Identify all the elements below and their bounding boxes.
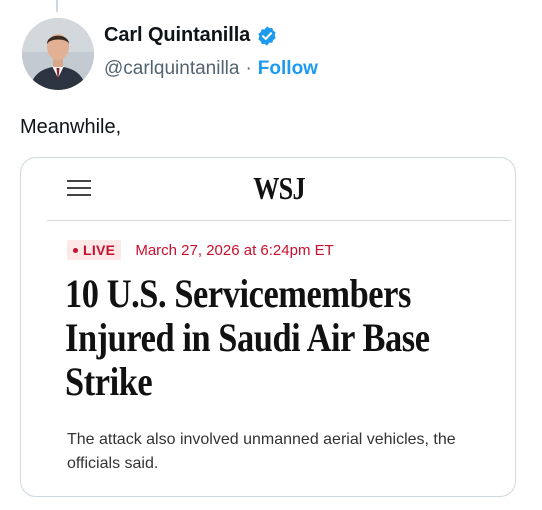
live-label: LIVE: [83, 242, 116, 258]
wsj-logo: WSJ: [253, 170, 305, 206]
hamburger-menu-icon: [67, 178, 91, 198]
wsj-header: WSJ: [47, 158, 511, 221]
follow-button[interactable]: Follow: [258, 58, 318, 80]
thread-connector-line: [56, 0, 58, 12]
author-handle[interactable]: @carlquintanilla: [104, 58, 239, 80]
author-handle-row: @carlquintanilla · Follow: [104, 58, 318, 80]
article-meta-row: LIVE March 27, 2026 at 6:24pm ET: [67, 240, 334, 260]
avatar-portrait: [22, 18, 94, 90]
live-dot-icon: [73, 247, 78, 253]
tweet-text: Meanwhile,: [20, 116, 122, 138]
article-headline: 10 U.S. Servicemembers Injured in Saudi …: [65, 271, 430, 404]
author-display-name[interactable]: Carl Quintanilla: [104, 24, 250, 47]
article-timestamp: March 27, 2026 at 6:24pm ET: [135, 241, 334, 259]
handle-separator: ·: [245, 58, 252, 79]
article-subhead: The attack also involved unmanned aerial…: [67, 431, 456, 472]
author-avatar[interactable]: [22, 18, 94, 90]
verified-badge-icon: [256, 25, 278, 47]
live-badge: LIVE: [67, 240, 122, 260]
author-name-row: Carl Quintanilla: [104, 24, 278, 47]
tweet-media-card[interactable]: WSJ LIVE March 27, 2026 at 6:24pm ET 10 …: [20, 157, 516, 497]
